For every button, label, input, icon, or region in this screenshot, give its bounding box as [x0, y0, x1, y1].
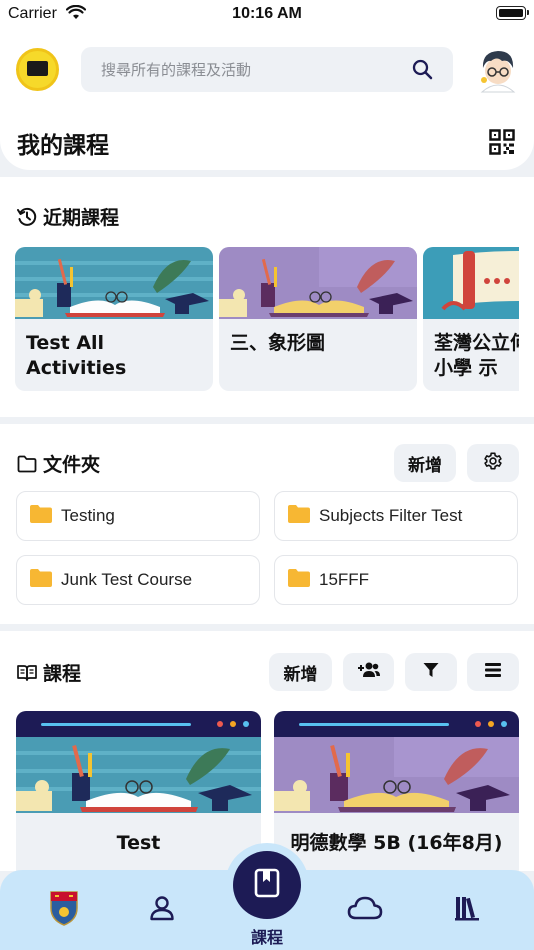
recent-courses-section: 近期課程 Test All Activities 三、象形圖 荃灣公立 小學 示	[0, 177, 534, 417]
folders-title: 文件夾	[43, 454, 101, 476]
status-time: 10:16 AM	[232, 5, 302, 22]
folders-header: 文件夾	[17, 450, 100, 477]
search-bar[interactable]	[81, 47, 453, 92]
list-view-button[interactable]	[467, 653, 519, 691]
courses-header: 課程	[17, 659, 81, 686]
tab-cloud[interactable]	[335, 870, 395, 950]
recent-courses-header: 近期課程	[17, 203, 119, 230]
avatar[interactable]	[476, 46, 520, 94]
gear-icon	[483, 451, 503, 476]
search-icon[interactable]	[412, 59, 433, 85]
battery-icon	[496, 6, 529, 20]
user-icon	[149, 895, 175, 926]
folder-name: Subjects Filter Test	[319, 506, 463, 525]
course-card[interactable]: Test	[16, 711, 261, 871]
folder-icon	[30, 504, 52, 528]
course-cover-image	[219, 247, 417, 319]
recent-course-name: 荃灣公立何傳耀紀念小學 示	[434, 332, 519, 379]
library-icon	[454, 895, 480, 926]
add-folder-button[interactable]: 新增	[394, 444, 456, 482]
history-icon	[17, 207, 37, 227]
page-title: 我的課程	[17, 133, 109, 159]
tab-school[interactable]	[34, 870, 94, 950]
bookmark-book-icon	[254, 868, 280, 903]
recent-course-card[interactable]: Test All Activities	[15, 247, 213, 391]
course-cover-image	[15, 247, 213, 319]
join-course-button[interactable]	[343, 653, 394, 691]
course-name: Test	[116, 832, 161, 854]
folder-outline-icon	[17, 455, 37, 473]
recent-courses-carousel[interactable]: Test All Activities 三、象形圖 荃灣公立 小學 示	[15, 247, 519, 391]
book-open-icon	[17, 664, 37, 682]
recent-courses-title: 近期課程	[43, 207, 120, 229]
filter-icon	[423, 662, 439, 683]
search-input[interactable]	[81, 47, 411, 92]
folder-item[interactable]: Testing	[16, 491, 260, 541]
folder-item[interactable]: 15FFF	[274, 555, 518, 605]
course-name: 明德數學 5B (16年8月)	[290, 832, 503, 854]
folder-name: Testing	[61, 506, 115, 525]
cloud-icon	[347, 896, 383, 925]
folders-section: 文件夾 新增 Testing Subjects Filter Test Junk…	[0, 424, 534, 624]
recent-course-card[interactable]: 三、象形圖	[219, 247, 417, 391]
folder-icon	[288, 568, 310, 592]
recent-course-card[interactable]: 荃灣公立何傳耀紀念小學 示	[423, 247, 519, 391]
folder-item[interactable]: Junk Test Course	[16, 555, 260, 605]
folder-name: 15FFF	[319, 570, 370, 589]
status-bar: Carrier 10:16 AM	[0, 0, 534, 30]
folder-settings-button[interactable]	[467, 444, 519, 482]
filter-button[interactable]	[405, 653, 457, 691]
add-course-button[interactable]: 新增	[269, 653, 332, 691]
course-card[interactable]: 明德數學 5B (16年8月)	[274, 711, 519, 871]
course-cover-image	[274, 737, 519, 813]
recent-course-name: Test All Activities	[26, 332, 127, 379]
tab-courses-button[interactable]	[233, 851, 301, 919]
header: 我的課程	[0, 30, 534, 170]
qr-code-icon[interactable]	[489, 129, 515, 160]
tab-library[interactable]	[437, 870, 497, 950]
list-icon	[485, 662, 501, 682]
tab-courses-label: 課程	[250, 928, 283, 947]
courses-section: 課程 新增 Test 明德數學 5B (16年8月)	[0, 631, 534, 871]
course-cover-image	[423, 247, 519, 319]
folder-name: Junk Test Course	[61, 570, 193, 589]
folder-icon	[288, 504, 310, 528]
course-cover-image	[16, 737, 261, 813]
tab-profile[interactable]	[132, 870, 192, 950]
app-logo[interactable]	[16, 48, 59, 91]
tab-courses[interactable]	[225, 843, 309, 927]
add-users-icon	[357, 661, 381, 684]
recent-course-name: 三、象形圖	[230, 332, 326, 354]
course-card-titlebar	[274, 711, 519, 737]
folder-item[interactable]: Subjects Filter Test	[274, 491, 518, 541]
course-card-titlebar	[16, 711, 261, 737]
folder-icon	[30, 568, 52, 592]
school-crest-icon	[49, 890, 79, 931]
courses-title: 課程	[43, 663, 82, 685]
